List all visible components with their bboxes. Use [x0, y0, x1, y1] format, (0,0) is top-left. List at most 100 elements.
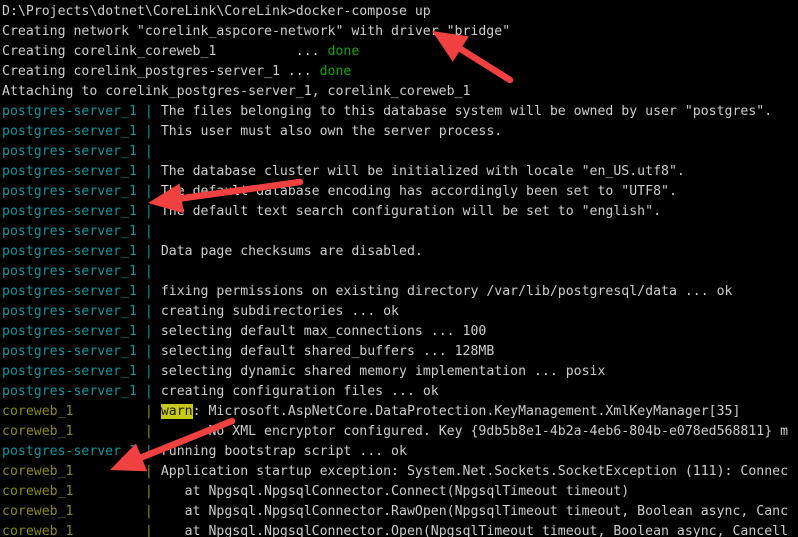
log-text: fixing permissions on existing directory… — [160, 284, 733, 299]
service-label: coreweb_1 — [2, 484, 145, 499]
terminal-line: postgres-server_1 | fixing permissions o… — [2, 282, 798, 302]
pipe-separator: | — [144, 304, 161, 319]
service-label: postgres-server_1 — [2, 244, 145, 259]
pipe-separator: | — [144, 244, 161, 259]
service-label: coreweb_1 — [2, 464, 145, 479]
warn-tag: warn — [160, 404, 193, 419]
log-text: This user must also own the server proce… — [160, 124, 503, 139]
service-label: postgres-server_1 — [2, 264, 145, 279]
log-text: Creating corelink_coreweb_1 ... — [2, 44, 328, 59]
service-label: coreweb_1 — [2, 424, 145, 439]
service-label: postgres-server_1 — [2, 444, 145, 459]
terminal-line: postgres-server_1 | The files belonging … — [2, 102, 798, 122]
service-label: postgres-server_1 — [2, 184, 145, 199]
log-text: The default text search configuration wi… — [160, 204, 662, 219]
terminal-line: coreweb_1 | at Npgsql.NpgsqlConnector.Co… — [2, 482, 798, 502]
log-text: creating subdirectories ... ok — [160, 304, 399, 319]
service-label: postgres-server_1 — [2, 204, 145, 219]
pipe-separator: | — [144, 224, 161, 239]
terminal-line: postgres-server_1 | The database cluster… — [2, 162, 798, 182]
pipe-separator: | — [144, 424, 161, 439]
terminal-line: Attaching to corelink_postgres-server_1,… — [2, 82, 798, 102]
terminal-line: coreweb_1 | at Npgsql.NpgsqlConnector.Op… — [2, 522, 798, 537]
service-label: coreweb_1 — [2, 524, 145, 537]
pipe-separator: | — [144, 104, 161, 119]
pipe-separator: | — [144, 344, 161, 359]
terminal-line: coreweb_1 | Application startup exceptio… — [2, 462, 798, 482]
pipe-separator: | — [144, 444, 161, 459]
prompt-line: D:\Projects\dotnet\CoreLink\CoreLink>doc… — [2, 4, 431, 19]
log-text: Attaching to corelink_postgres-server_1,… — [2, 84, 471, 99]
terminal-line: postgres-server_1 | selecting dynamic sh… — [2, 362, 798, 382]
pipe-separator: | — [144, 184, 161, 199]
terminal-line: coreweb_1 | at Npgsql.NpgsqlConnector.Ra… — [2, 502, 798, 522]
log-text: : Microsoft.AspNetCore.DataProtection.Ke… — [192, 404, 741, 419]
pipe-separator: | — [144, 164, 161, 179]
status-done: done — [319, 64, 352, 79]
terminal-line: coreweb_1 | No XML encryptor configured.… — [2, 422, 798, 442]
log-text: Creating network "corelink_aspcore-netwo… — [2, 24, 511, 39]
service-label: postgres-server_1 — [2, 324, 145, 339]
service-label: postgres-server_1 — [2, 384, 145, 399]
log-text: running bootstrap script ... ok — [160, 444, 407, 459]
terminal-line: postgres-server_1 | — [2, 262, 798, 282]
pipe-separator: | — [144, 484, 161, 499]
service-label: coreweb_1 — [2, 404, 145, 419]
terminal-line: Creating network "corelink_aspcore-netwo… — [2, 22, 798, 42]
service-label: postgres-server_1 — [2, 224, 145, 239]
log-text: selecting default max_connections ... 10… — [160, 324, 487, 339]
pipe-separator: | — [144, 204, 161, 219]
terminal-window[interactable]: D:\Projects\dotnet\CoreLink\CoreLink>doc… — [0, 0, 798, 537]
pipe-separator: | — [144, 504, 161, 519]
service-label: postgres-server_1 — [2, 104, 145, 119]
service-label: postgres-server_1 — [2, 144, 145, 159]
terminal-line: postgres-server_1 | running bootstrap sc… — [2, 442, 798, 462]
log-text: The files belonging to this database sys… — [160, 104, 773, 119]
log-text: The default database encoding has accord… — [160, 184, 677, 199]
terminal-output: D:\Projects\dotnet\CoreLink\CoreLink>doc… — [0, 0, 798, 537]
pipe-separator: | — [144, 404, 161, 419]
pipe-separator: | — [144, 284, 161, 299]
terminal-line: Creating corelink_coreweb_1 ... done — [2, 42, 798, 62]
terminal-line: postgres-server_1 | selecting default sh… — [2, 342, 798, 362]
pipe-separator: | — [144, 124, 161, 139]
log-text: selecting default shared_buffers ... 128… — [160, 344, 495, 359]
pipe-separator: | — [144, 524, 161, 537]
service-label: postgres-server_1 — [2, 284, 145, 299]
service-label: postgres-server_1 — [2, 344, 145, 359]
log-text: Creating corelink_postgres-server_1 ... — [2, 64, 320, 79]
service-label: postgres-server_1 — [2, 164, 145, 179]
terminal-line: Creating corelink_postgres-server_1 ... … — [2, 62, 798, 82]
service-label: coreweb_1 — [2, 504, 145, 519]
pipe-separator: | — [144, 264, 161, 279]
pipe-separator: | — [144, 324, 161, 339]
service-label: postgres-server_1 — [2, 364, 145, 379]
log-text: at Npgsql.NpgsqlConnector.RawOpen(Npgsql… — [160, 504, 789, 519]
log-text: Data page checksums are disabled. — [160, 244, 423, 259]
terminal-line: postgres-server_1 | creating configurati… — [2, 382, 798, 402]
log-text: The database cluster will be initialized… — [160, 164, 685, 179]
pipe-separator: | — [144, 144, 161, 159]
terminal-line: postgres-server_1 | Data page checksums … — [2, 242, 798, 262]
log-text: selecting dynamic shared memory implemen… — [160, 364, 606, 379]
service-label: postgres-server_1 — [2, 304, 145, 319]
terminal-line: postgres-server_1 | — [2, 142, 798, 162]
log-text: Application startup exception: System.Ne… — [160, 464, 789, 479]
log-text: at Npgsql.NpgsqlConnector.Open(NpgsqlTim… — [160, 524, 789, 537]
terminal-line: postgres-server_1 | selecting default ma… — [2, 322, 798, 342]
terminal-line: postgres-server_1 | The default text sea… — [2, 202, 798, 222]
log-text: No XML encryptor configured. Key {9db5b8… — [160, 424, 789, 439]
terminal-line: D:\Projects\dotnet\CoreLink\CoreLink>doc… — [2, 2, 798, 22]
terminal-line: postgres-server_1 | The default database… — [2, 182, 798, 202]
terminal-line: coreweb_1 | warn: Microsoft.AspNetCore.D… — [2, 402, 798, 422]
pipe-separator: | — [144, 364, 161, 379]
terminal-line: postgres-server_1 | — [2, 222, 798, 242]
status-done: done — [327, 44, 360, 59]
terminal-line: postgres-server_1 | creating subdirector… — [2, 302, 798, 322]
pipe-separator: | — [144, 384, 161, 399]
log-text: at Npgsql.NpgsqlConnector.Connect(Npgsql… — [160, 484, 630, 499]
pipe-separator: | — [144, 464, 161, 479]
service-label: postgres-server_1 — [2, 124, 145, 139]
terminal-line: postgres-server_1 | This user must also … — [2, 122, 798, 142]
log-text: creating configuration files ... ok — [160, 384, 439, 399]
